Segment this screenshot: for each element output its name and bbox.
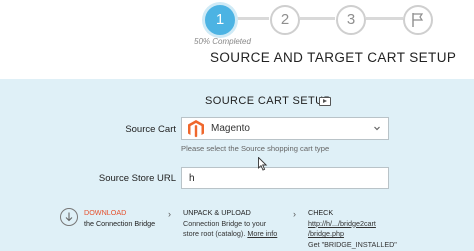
step-3[interactable]: 3 [336, 5, 366, 35]
step-finish[interactable] [403, 5, 433, 35]
bridge-url-link[interactable]: http://h/.../bridge2cart [308, 219, 397, 230]
check-text: Get "BRIDGE_INSTALLED" [308, 239, 397, 249]
magento-logo-icon [188, 120, 204, 138]
unpack-text-prefix: store root (catalog). [183, 229, 246, 238]
download-step: DOWNLOAD the Connection Bridge [84, 208, 155, 229]
source-url-input[interactable] [181, 167, 389, 189]
video-icon[interactable] [319, 97, 331, 106]
chevron-down-icon [374, 126, 380, 131]
unpack-text: Connection Bridge to your [183, 218, 267, 228]
download-icon[interactable] [60, 208, 78, 226]
source-cart-hint: Please select the Source shopping cart t… [181, 144, 330, 153]
mouse-cursor-icon [258, 157, 268, 171]
page-title: SOURCE AND TARGET CART SETUP [210, 50, 457, 65]
more-info-link[interactable]: More info [247, 229, 277, 238]
step-arrow-icon: › [293, 209, 296, 219]
step-connector [237, 17, 269, 20]
flag-icon [412, 13, 424, 27]
unpack-text-line2: store root (catalog). More info [183, 229, 277, 240]
download-link[interactable]: DOWNLOAD [84, 208, 155, 219]
section-title: SOURCE CART SETUP [205, 95, 332, 107]
setup-panel: SOURCE CART SETUP Source Cart Magento Pl… [0, 79, 474, 251]
step-connector [300, 17, 335, 20]
step-2[interactable]: 2 [270, 5, 300, 35]
step-arrow-icon: › [168, 209, 171, 219]
check-step: CHECK http://h/.../bridge2cart /bridge.p… [308, 208, 397, 250]
step-1[interactable]: 1 [205, 5, 235, 35]
source-cart-label: Source Cart [125, 124, 176, 135]
source-cart-select[interactable]: Magento [181, 117, 389, 140]
wizard-stepper: 1 2 3 50% Completed [0, 0, 474, 50]
download-text: the Connection Bridge [84, 218, 156, 228]
source-cart-value: Magento [211, 123, 250, 134]
unpack-title: UNPACK & UPLOAD [183, 208, 251, 217]
progress-text: 50% Completed [194, 37, 251, 46]
step-connector [366, 17, 403, 20]
bridge-php-link[interactable]: /bridge.php [308, 229, 397, 240]
unpack-step: UNPACK & UPLOAD Connection Bridge to you… [183, 208, 277, 240]
source-url-label: Source Store URL [98, 173, 176, 184]
check-title: CHECK [308, 208, 334, 217]
